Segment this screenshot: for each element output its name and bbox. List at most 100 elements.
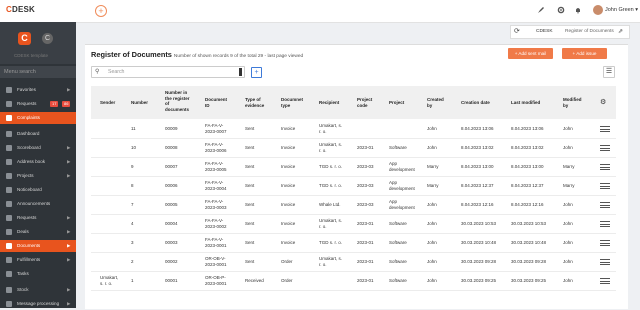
row-menu-icon[interactable] <box>600 126 610 132</box>
row-menu-icon[interactable] <box>600 145 610 151</box>
chevron-right-icon: ▶ <box>67 301 71 306</box>
cell-register-number-text: 00002 <box>165 259 178 264</box>
complaint-icon <box>6 115 12 121</box>
cell-creation-date-text: 8.04.2023 12:37 <box>461 183 494 188</box>
sidebar-item-label: Tasks <box>17 271 29 276</box>
cell-project-code-text: 2023-01 <box>357 278 374 283</box>
menu-icon[interactable]: ☰ <box>603 66 615 78</box>
cell-created-by: John <box>427 221 437 227</box>
cell-register-number-text: 00001 <box>165 278 178 283</box>
col-sender[interactable]: Sender <box>100 100 115 106</box>
cell-modified-by-text: John <box>563 202 573 207</box>
cell-creation-date: 8.04.2023 12:16 <box>461 202 494 208</box>
sidebar-item-address-book[interactable]: Address book ▶ <box>0 156 76 168</box>
search-input[interactable]: ⚲ Search <box>91 66 245 78</box>
cell-last-modified-text: 8.04.2023 12:37 <box>511 183 544 188</box>
row-menu-icon[interactable] <box>600 202 610 208</box>
row-menu-icon[interactable] <box>600 259 610 265</box>
cell-document-id: FA-FA-V- 2023-0006 <box>205 142 227 153</box>
sidebar-item-projects[interactable]: Projects ▶ <box>0 170 76 182</box>
sidebar-logo[interactable]: C <box>18 32 31 45</box>
quick-add-button[interactable]: + <box>95 5 107 17</box>
sidebar-item-documents[interactable]: Documents ▶ <box>0 240 76 252</box>
col-created-by[interactable]: Created by <box>427 97 444 108</box>
col-project[interactable]: Project <box>389 100 404 106</box>
col-document-type[interactable]: Documnet type <box>281 97 303 108</box>
cell-number: 11 <box>131 126 136 132</box>
chevron-right-icon: ▶ <box>67 145 71 150</box>
row-menu-icon[interactable] <box>600 221 610 227</box>
sidebar-item-fulfillments[interactable]: Fulfillments ▶ <box>0 254 76 266</box>
app-logo[interactable]: CDESK <box>6 5 35 14</box>
cell-project-code-text: 2023-03 <box>357 164 374 169</box>
table-row[interactable]: 3 00003 FA-FA-V- 2023-0001 Sent Invoice TGD s.… <box>91 234 616 253</box>
cell-modified-by-text: Marry <box>563 164 575 169</box>
col-number[interactable]: Number <box>131 100 148 106</box>
col-creation-date[interactable]: Creation date <box>461 100 490 106</box>
cell-type-of-evidence-text: Sent <box>245 183 255 188</box>
table-row[interactable]: 4 00004 FA-FA-V- 2023-0002 Sent Invoice Umakar… <box>91 215 616 234</box>
gear-icon[interactable] <box>556 6 566 16</box>
col-modified-by[interactable]: Modified by <box>563 97 582 108</box>
sidebar-item-announcements[interactable]: Announcements <box>0 198 76 210</box>
col-type-of-evidence[interactable]: Type of evidence <box>245 97 264 108</box>
sidebar-item-scoreboard[interactable]: Scoreboard ▶ <box>0 142 76 154</box>
user-menu[interactable]: John Green ▾ <box>605 7 638 13</box>
col-document-id[interactable]: Document ID <box>205 97 227 108</box>
sidebar-item-complaints[interactable]: Complaints <box>0 112 76 124</box>
cell-document-type: Invoice <box>281 164 295 170</box>
sidebar-item-noticeboard[interactable]: Noticeboard <box>0 184 76 196</box>
table-row[interactable]: 9 00007 FA-FA-V- 2023-0005 Sent Invoice TGD s.… <box>91 158 616 177</box>
add-issue-button[interactable]: + Add issue <box>562 48 607 59</box>
bell-icon[interactable] <box>573 6 583 16</box>
cell-type-of-evidence-text: Sent <box>245 126 255 131</box>
row-menu-icon[interactable] <box>600 164 610 170</box>
sidebar-item-requests[interactable]: Requests ▶ <box>0 212 76 224</box>
sidebar-item-tasks[interactable]: Tasks <box>0 268 76 280</box>
chevron-right-icon: ▶ <box>67 173 71 178</box>
sidebar-item-requests-top[interactable]: Requests 17 86 <box>0 98 76 110</box>
table-row[interactable]: 8 00006 FA-FA-V- 2023-0004 Sent Invoice TGD s.… <box>91 177 616 196</box>
avatar[interactable] <box>593 5 603 15</box>
table-row[interactable]: 10 00008 FA-FA-V- 2023-0006 Sent Invoice Umaka… <box>91 139 616 158</box>
sidebar-item-deals[interactable]: Deals ▶ <box>0 226 76 238</box>
sidebar-item-message-processing[interactable]: Message processing ▶ <box>0 298 76 310</box>
col-register-number[interactable]: Number in the register of documents <box>165 90 190 112</box>
col-last-modified[interactable]: Last modified <box>511 100 540 106</box>
menu-search-placeholder: Menu search <box>4 69 36 75</box>
cell-register-number: 00004 <box>165 221 178 227</box>
add-sent-mail-button[interactable]: + Add sent mail <box>508 48 553 59</box>
breadcrumb-app[interactable]: CDESK <box>536 29 553 34</box>
row-menu-icon[interactable] <box>600 183 610 189</box>
cell-creation-date: 30.03.2023 09:28 <box>461 259 496 265</box>
table-row[interactable]: 7 00005 FA-FA-V- 2023-0003 Sent Invoice Whale … <box>91 196 616 215</box>
cell-created-by: John <box>427 126 437 132</box>
cell-modified-by-text: John <box>563 259 573 264</box>
row-menu-icon[interactable] <box>600 278 610 284</box>
col-project-code[interactable]: Project code <box>357 97 372 108</box>
refresh-icon[interactable]: ⟳ <box>514 28 520 36</box>
row-menu-icon[interactable] <box>600 240 610 246</box>
sidebar-item-dashboard[interactable]: Dashboard <box>0 128 76 140</box>
add-filter-button[interactable]: + <box>251 67 262 78</box>
gear-icon[interactable]: ⚙ <box>600 98 606 106</box>
rocket-icon[interactable] <box>536 6 546 16</box>
cell-document-id: FA-FA-V- 2023-0003 <box>205 199 227 210</box>
table-row[interactable]: Umakart, s. r. o. 1 00001 OR-OB-P- 2023-0001 R… <box>91 272 616 291</box>
sidebar-item-label: Complaints <box>17 115 40 120</box>
cell-project-code: 2023-01 <box>357 145 374 151</box>
sidebar-item-stock[interactable]: Stock ▶ <box>0 284 76 296</box>
sidebar-item-favorites[interactable]: Favorites ▶ <box>0 84 76 96</box>
col-recipient[interactable]: Recipient <box>319 100 339 106</box>
documents-panel: Register of Documents Number of shown rec… <box>85 44 628 309</box>
external-link-icon[interactable]: ⇗ <box>618 28 623 35</box>
cell-register-number-text: 00004 <box>165 221 178 226</box>
cell-recipient-text: TGD s. r. o. <box>319 164 343 169</box>
table-row[interactable]: 11 00009 FA-FA-V- 2023-0007 Sent Invoice Umaka… <box>91 120 616 139</box>
search-options-handle[interactable] <box>239 68 242 76</box>
menu-search-input[interactable]: Menu search <box>0 66 76 78</box>
cell-project-text: Software <box>389 145 407 150</box>
table-row[interactable]: 2 00002 OR-OB-V- 2023-0001 Sent Order Umakart,… <box>91 253 616 272</box>
sidebar-profile-circle[interactable]: C <box>42 33 53 44</box>
cell-project-text: development <box>389 185 415 191</box>
